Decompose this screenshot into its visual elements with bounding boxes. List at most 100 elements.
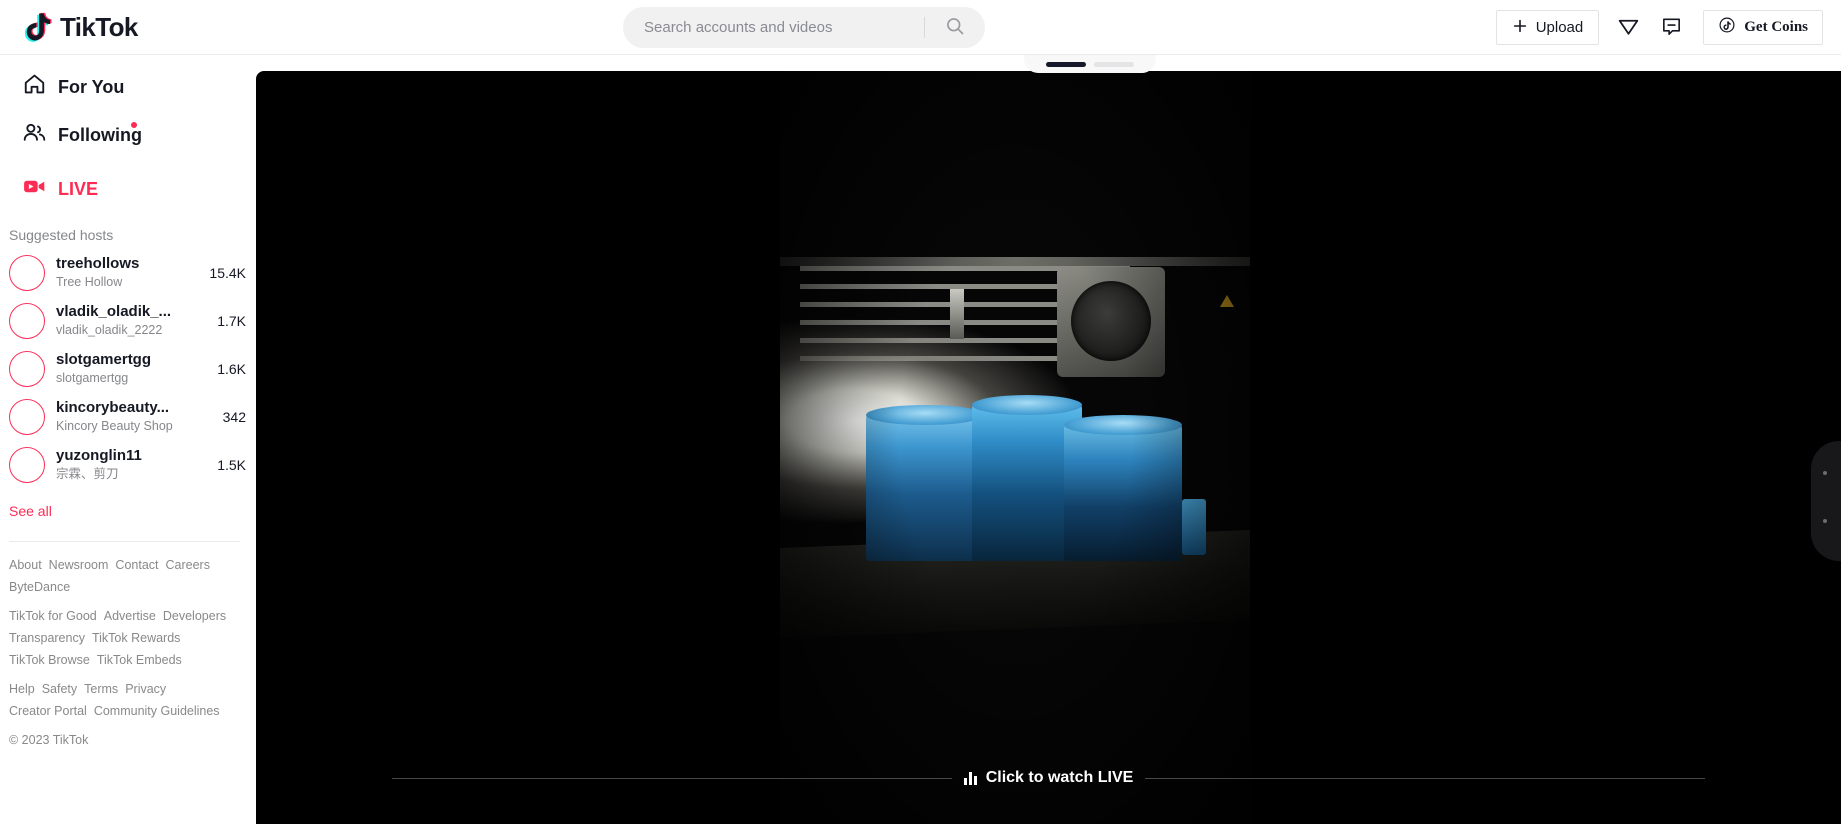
footer-group: TikTok for Good Advertise Developers Tra… bbox=[9, 609, 256, 668]
see-all-link[interactable]: See all bbox=[0, 489, 256, 519]
list-item[interactable]: treehollows Tree Hollow 15.4K bbox=[0, 249, 256, 297]
host-display-name: Kincory Beauty Shop bbox=[56, 419, 173, 433]
video-scene-3d-printer bbox=[780, 71, 1250, 824]
footer-row: ByteDance bbox=[9, 580, 231, 595]
footer-link[interactable]: TikTok Rewards bbox=[92, 631, 180, 646]
sidebar-item-live[interactable]: LIVE bbox=[0, 165, 256, 213]
avatar bbox=[9, 399, 45, 435]
list-item[interactable]: slotgamertgg slotgamertgg 1.6K bbox=[0, 345, 256, 393]
sidebar-item-live-label: LIVE bbox=[58, 178, 99, 199]
home-icon bbox=[22, 72, 47, 102]
send-icon bbox=[1616, 14, 1641, 42]
get-coins-button[interactable]: Get Coins bbox=[1703, 10, 1823, 45]
footer-row: TikTok for Good Advertise Developers bbox=[9, 609, 231, 624]
progress-segment-active bbox=[1046, 62, 1086, 67]
footer-link[interactable]: Advertise bbox=[104, 609, 156, 624]
get-coins-label: Get Coins bbox=[1744, 19, 1808, 35]
live-video-player[interactable]: Click to watch LIVE bbox=[256, 71, 1841, 824]
footer-link[interactable]: Terms bbox=[84, 682, 118, 697]
sidebar-item-for-you[interactable]: For You bbox=[0, 63, 256, 111]
footer-link[interactable]: ByteDance bbox=[9, 580, 70, 595]
sidebar-item-following[interactable]: Following bbox=[0, 111, 256, 159]
video-side-actions-panel[interactable] bbox=[1811, 441, 1841, 561]
host-display-name: slotgamertgg bbox=[56, 371, 129, 385]
footer-row: Transparency TikTok Rewards bbox=[9, 631, 231, 646]
search-input[interactable] bbox=[623, 19, 924, 36]
upload-button[interactable]: Upload bbox=[1495, 10, 1600, 45]
footer-link[interactable]: Help bbox=[9, 682, 35, 697]
host-username: yuzonglin11 bbox=[56, 447, 142, 464]
footer-row: Help Safety Terms Privacy bbox=[9, 682, 231, 697]
messages-send-button[interactable] bbox=[1614, 13, 1642, 43]
footer-link[interactable]: Creator Portal bbox=[9, 704, 87, 719]
side-action-dot bbox=[1823, 471, 1827, 475]
sidebar-footer: About Newsroom Contact Careers ByteDance… bbox=[0, 542, 256, 747]
feed-progress-indicator[interactable] bbox=[1024, 55, 1156, 73]
host-meta: treehollows Tree Hollow bbox=[56, 255, 204, 291]
tiktok-note-logo-icon bbox=[22, 11, 53, 44]
progress-segment-inactive bbox=[1094, 62, 1134, 67]
message-icon bbox=[1660, 15, 1683, 41]
suggested-hosts-title: Suggested hosts bbox=[9, 227, 114, 243]
footer-link[interactable]: TikTok Embeds bbox=[97, 653, 182, 668]
footer-link[interactable]: Newsroom bbox=[49, 558, 109, 573]
footer-row: TikTok Browse TikTok Embeds bbox=[9, 653, 231, 668]
sidebar: For You Following LIVE Suggested hosts t… bbox=[0, 55, 256, 824]
copyright-text: © 2023 TikTok bbox=[9, 733, 89, 747]
footer-link[interactable]: Privacy bbox=[125, 682, 166, 697]
host-viewer-count: 1.5K bbox=[217, 457, 246, 473]
footer-group: About Newsroom Contact Careers ByteDance bbox=[9, 558, 256, 595]
footer-link[interactable]: Community Guidelines bbox=[94, 704, 220, 719]
following-notification-dot bbox=[131, 122, 137, 128]
host-meta: slotgamertgg slotgamertgg bbox=[56, 351, 204, 387]
side-action-dot bbox=[1823, 519, 1827, 523]
tiktok-note-icon bbox=[1718, 16, 1736, 39]
avatar bbox=[9, 303, 45, 339]
live-video-icon bbox=[22, 174, 47, 204]
host-username: slotgamertgg bbox=[56, 351, 152, 368]
tiktok-logo[interactable]: TikTok bbox=[22, 11, 138, 44]
page-scrollbar[interactable] bbox=[1833, 55, 1841, 824]
plus-icon bbox=[1512, 18, 1528, 38]
footer-link[interactable]: Careers bbox=[166, 558, 210, 573]
host-display-name: Tree Hollow bbox=[56, 275, 123, 289]
header-actions: Upload Get Coins bbox=[1495, 0, 1823, 55]
footer-link[interactable]: TikTok Browse bbox=[9, 653, 90, 668]
list-item[interactable]: kincorybeauty... Kincory Beauty Shop 342 bbox=[0, 393, 256, 441]
video-frame bbox=[780, 71, 1250, 824]
footer-link[interactable]: Safety bbox=[42, 682, 77, 697]
host-viewer-count: 1.6K bbox=[217, 361, 246, 377]
avatar bbox=[9, 255, 45, 291]
sidebar-item-following-label: Following bbox=[58, 124, 142, 145]
upload-button-label: Upload bbox=[1535, 19, 1584, 36]
host-meta: kincorybeauty... Kincory Beauty Shop bbox=[56, 399, 204, 435]
video-vignette bbox=[780, 71, 1250, 824]
people-icon bbox=[22, 120, 47, 150]
list-item[interactable]: yuzonglin11 宗霖、剪刀 1.5K bbox=[0, 441, 256, 489]
search-bar[interactable] bbox=[623, 7, 985, 48]
host-username: kincorybeauty... bbox=[56, 399, 170, 416]
host-viewer-count: 342 bbox=[222, 409, 246, 425]
watch-live-label: Click to watch LIVE bbox=[985, 769, 1134, 786]
footer-link[interactable]: Developers bbox=[163, 609, 226, 624]
footer-link[interactable]: Transparency bbox=[9, 631, 85, 646]
app-header: TikTok Upload bbox=[0, 0, 1841, 55]
list-item[interactable]: vladik_oladik_... vladik_oladik_2222 1.7… bbox=[0, 297, 256, 345]
footer-link[interactable]: Contact bbox=[115, 558, 158, 573]
watch-live-overlay[interactable]: Click to watch LIVE bbox=[256, 769, 1841, 787]
search-icon bbox=[945, 16, 965, 39]
footer-link[interactable]: About bbox=[9, 558, 42, 573]
host-viewer-count: 15.4K bbox=[209, 265, 246, 281]
main-content: Click to watch LIVE bbox=[256, 55, 1841, 824]
watch-live-inner: Click to watch LIVE bbox=[963, 769, 1134, 787]
footer-row: Creator Portal Community Guidelines bbox=[9, 704, 231, 719]
host-viewer-count: 1.7K bbox=[217, 313, 246, 329]
audio-bars-icon bbox=[963, 771, 977, 785]
host-meta: vladik_oladik_... vladik_oladik_2222 bbox=[56, 303, 204, 339]
avatar bbox=[9, 447, 45, 483]
search-button[interactable] bbox=[925, 7, 985, 48]
tiktok-wordmark: TikTok bbox=[60, 11, 138, 42]
inbox-button[interactable] bbox=[1657, 13, 1685, 43]
footer-link[interactable]: TikTok for Good bbox=[9, 609, 97, 624]
footer-row: About Newsroom Contact Careers bbox=[9, 558, 231, 573]
